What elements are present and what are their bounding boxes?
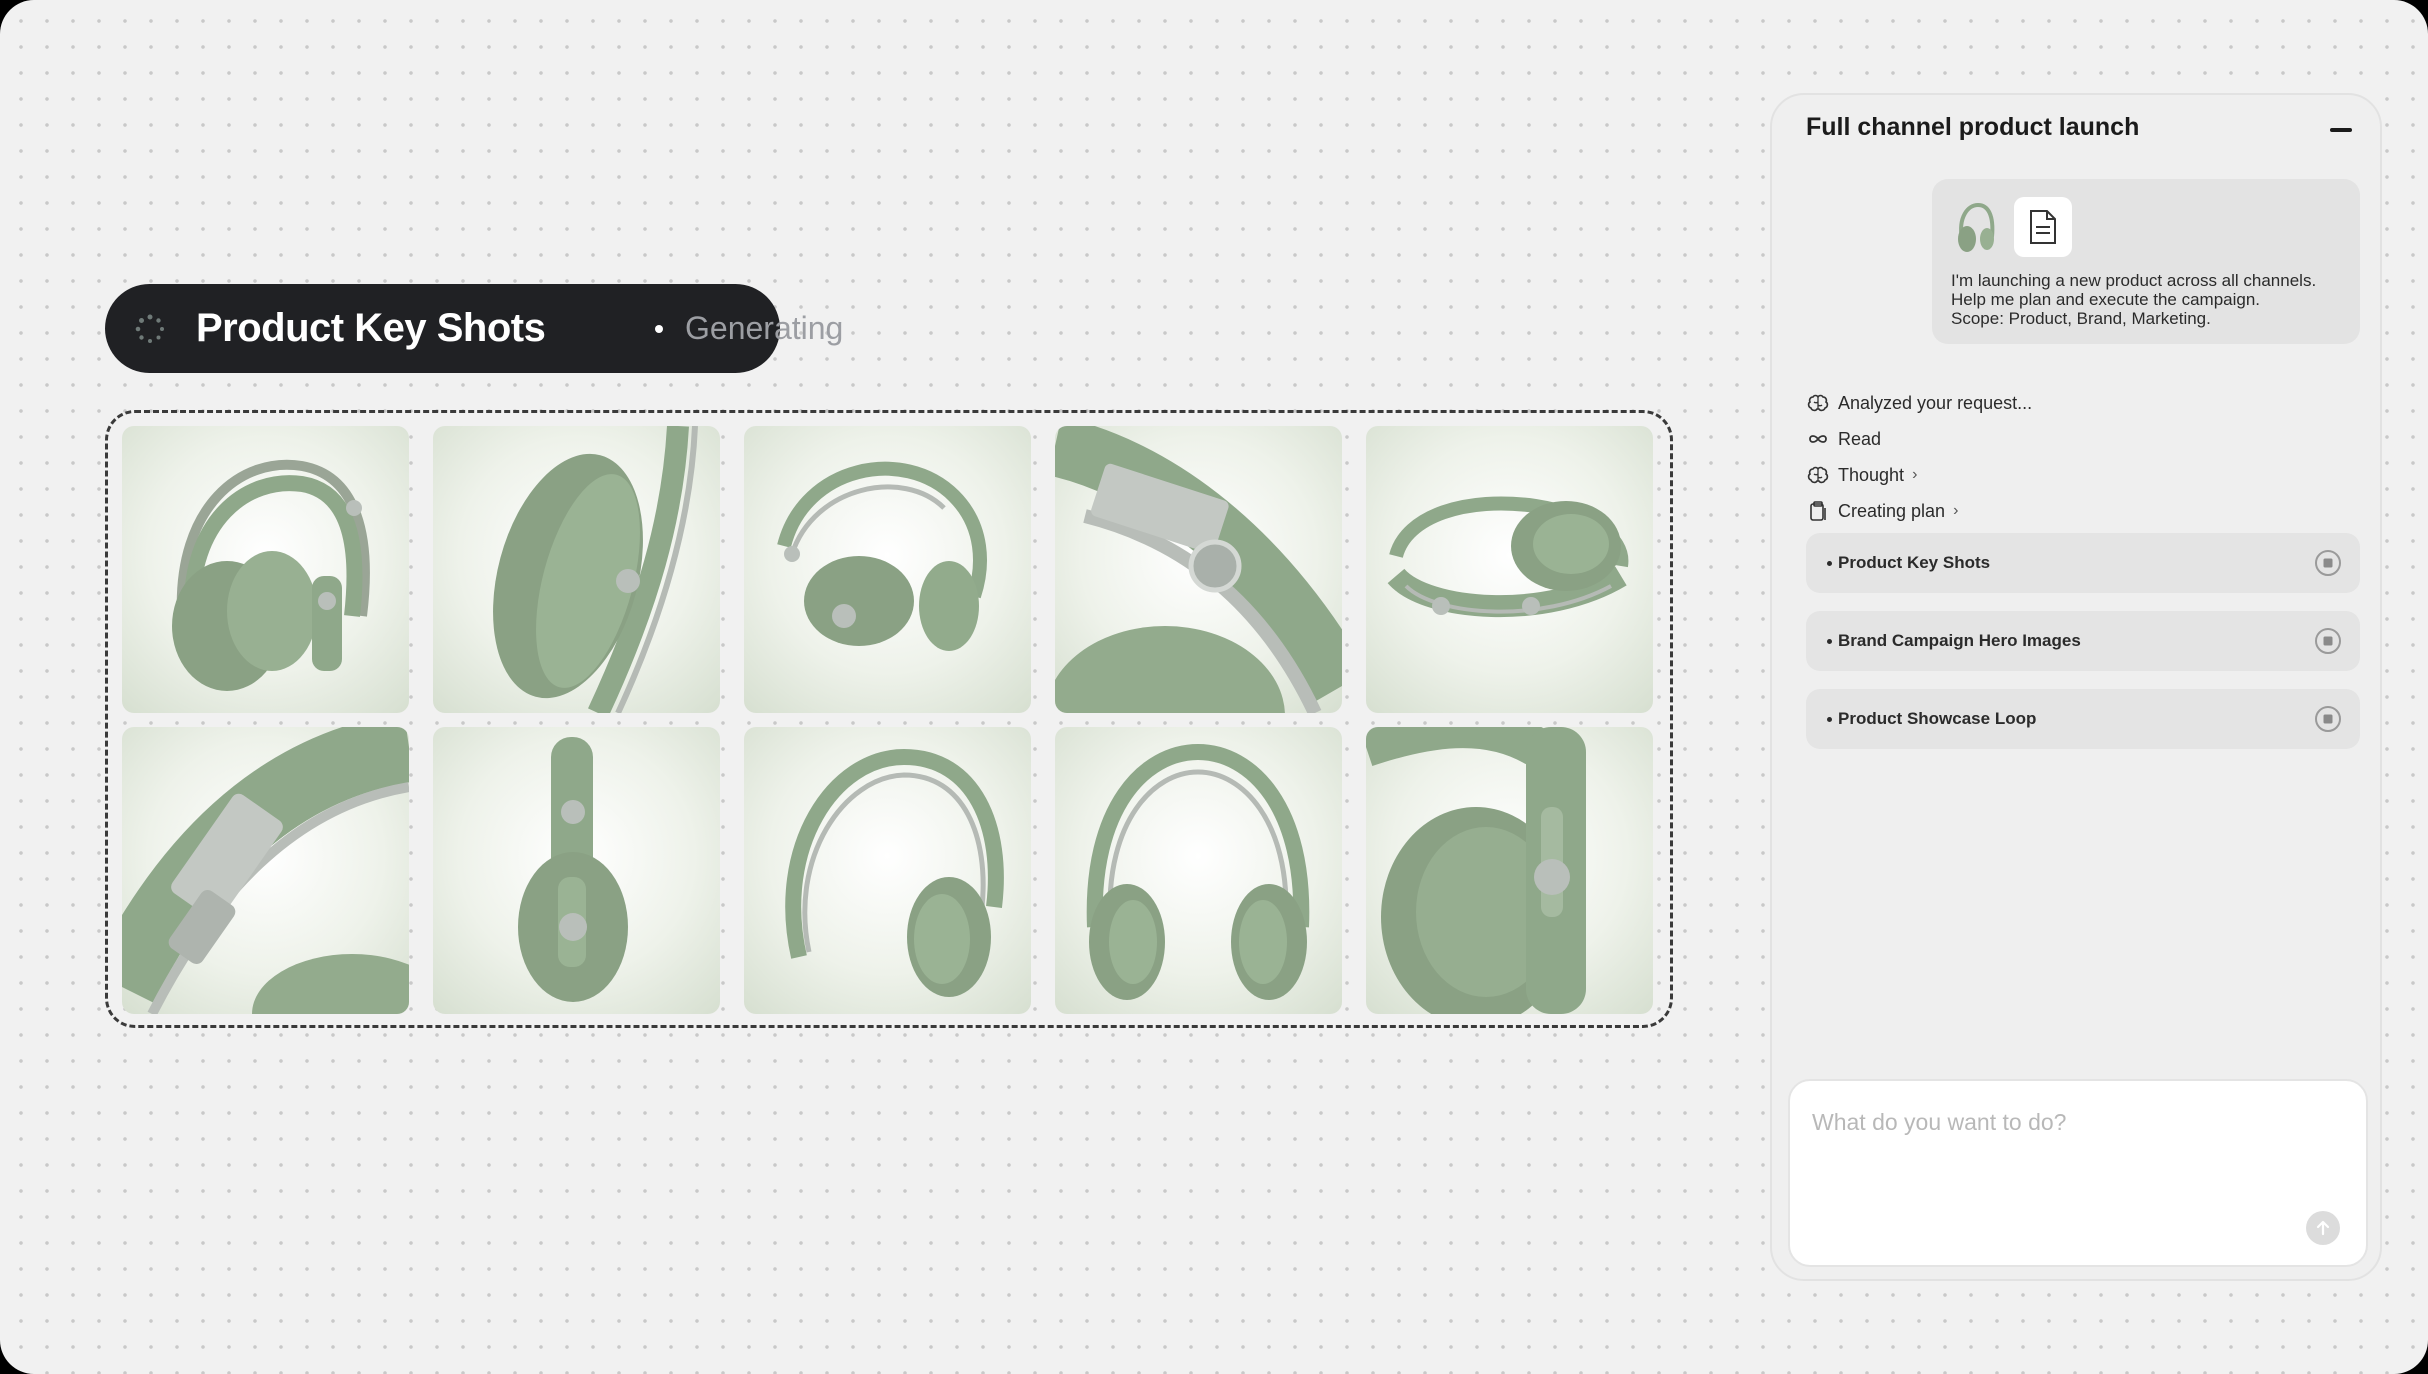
canvas-background: Product Key Shots Generating Full channe…: [0, 0, 2428, 1374]
headphones-thumbnail-icon[interactable]: [1954, 199, 1998, 255]
bullet-icon: [1827, 639, 1832, 644]
message-line: Help me plan and execute the campaign.: [1951, 290, 2261, 309]
step-label: Analyzed your request...: [1838, 392, 2033, 413]
step-creating-plan[interactable]: Creating plan ›: [1806, 493, 2032, 529]
product-shot-6[interactable]: [122, 727, 409, 1014]
product-shot-5[interactable]: [1366, 426, 1653, 713]
step-analyzed: Analyzed your request...: [1806, 385, 2032, 421]
generation-status: Generating: [685, 310, 844, 346]
step-label: Thought: [1838, 464, 1905, 485]
message-line: Scope: Product, Brand, Marketing.: [1951, 309, 2211, 328]
task-label: Product Showcase Loop: [1838, 709, 2037, 728]
product-shot-7[interactable]: [433, 727, 720, 1014]
brain-icon: [1807, 466, 1829, 484]
product-shot-3[interactable]: [744, 426, 1031, 713]
headphones-hinge-detail-icon: [1055, 426, 1342, 713]
step-label: Read: [1838, 428, 1882, 449]
headphones-front-view-icon: [1086, 743, 1310, 1000]
task-label: Product Key Shots: [1838, 553, 1991, 572]
prompt-input[interactable]: [1810, 1101, 2334, 1143]
headphones-slider-detail-icon: [122, 727, 409, 1014]
brain-icon: [1807, 394, 1829, 412]
headphones-ear-cup-macro-icon: [1366, 727, 1586, 1014]
product-shot-1[interactable]: [122, 426, 409, 713]
generation-title: Product Key Shots: [196, 306, 546, 350]
headphones-ear-cup-closeup-icon: [493, 426, 698, 713]
headphones-angled-view-icon: [777, 461, 987, 651]
chat-panel: Full channel product launch I'm launchin…: [1770, 93, 2382, 1281]
headphones-headband-arc-icon: [785, 748, 1004, 997]
headphones-three-quarter-view-icon: [172, 459, 370, 691]
panel-title: Full channel product launch: [1806, 113, 2140, 141]
stop-icon[interactable]: [2314, 549, 2342, 577]
user-message: I'm launching a new product across all c…: [1932, 179, 2360, 344]
clipboard-icon: [1810, 501, 1826, 521]
task-item[interactable]: Brand Campaign Hero Images: [1806, 611, 2360, 671]
generation-status-pill: Product Key Shots Generating: [105, 284, 843, 373]
infinity-icon: [1809, 435, 1827, 443]
arrow-up-icon: [2316, 1220, 2330, 1236]
product-shot-8[interactable]: [744, 727, 1031, 1014]
message-line: I'm launching a new product across all c…: [1951, 271, 2317, 290]
product-shot-10[interactable]: [1366, 727, 1653, 1014]
agent-steps: Analyzed your request... Read Thought › …: [1806, 385, 2032, 529]
stop-icon[interactable]: [2314, 705, 2342, 733]
document-attachment[interactable]: [2014, 197, 2072, 257]
headphones-side-profile-icon: [518, 737, 628, 1002]
headphones-folded-flat-icon: [1387, 496, 1629, 617]
separator-dot: [655, 325, 663, 333]
step-thought[interactable]: Thought ›: [1806, 457, 2032, 493]
product-shot-9[interactable]: [1055, 727, 1342, 1014]
bullet-icon: [1827, 561, 1832, 566]
step-label: Creating plan: [1838, 500, 1946, 521]
minimize-icon[interactable]: [2330, 128, 2352, 132]
composer: [1788, 1079, 2368, 1267]
product-shot-grid: [122, 426, 1656, 1014]
user-message-text: I'm launching a new product across all c…: [1951, 271, 2351, 328]
send-button[interactable]: [2306, 1211, 2340, 1245]
loading-spinner-icon: [135, 314, 164, 343]
document-icon: [2030, 210, 2056, 244]
bullet-icon: [1827, 717, 1832, 722]
product-shot-4[interactable]: [1055, 426, 1342, 713]
chevron-right-icon: ›: [1912, 466, 1918, 483]
task-label: Brand Campaign Hero Images: [1838, 631, 2081, 650]
task-item[interactable]: Product Key Shots: [1806, 533, 2360, 593]
product-shot-2[interactable]: [433, 426, 720, 713]
task-item[interactable]: Product Showcase Loop: [1806, 689, 2360, 749]
chevron-right-icon: ›: [1953, 502, 1959, 519]
stop-icon[interactable]: [2314, 627, 2342, 655]
step-read: Read: [1806, 421, 2032, 457]
